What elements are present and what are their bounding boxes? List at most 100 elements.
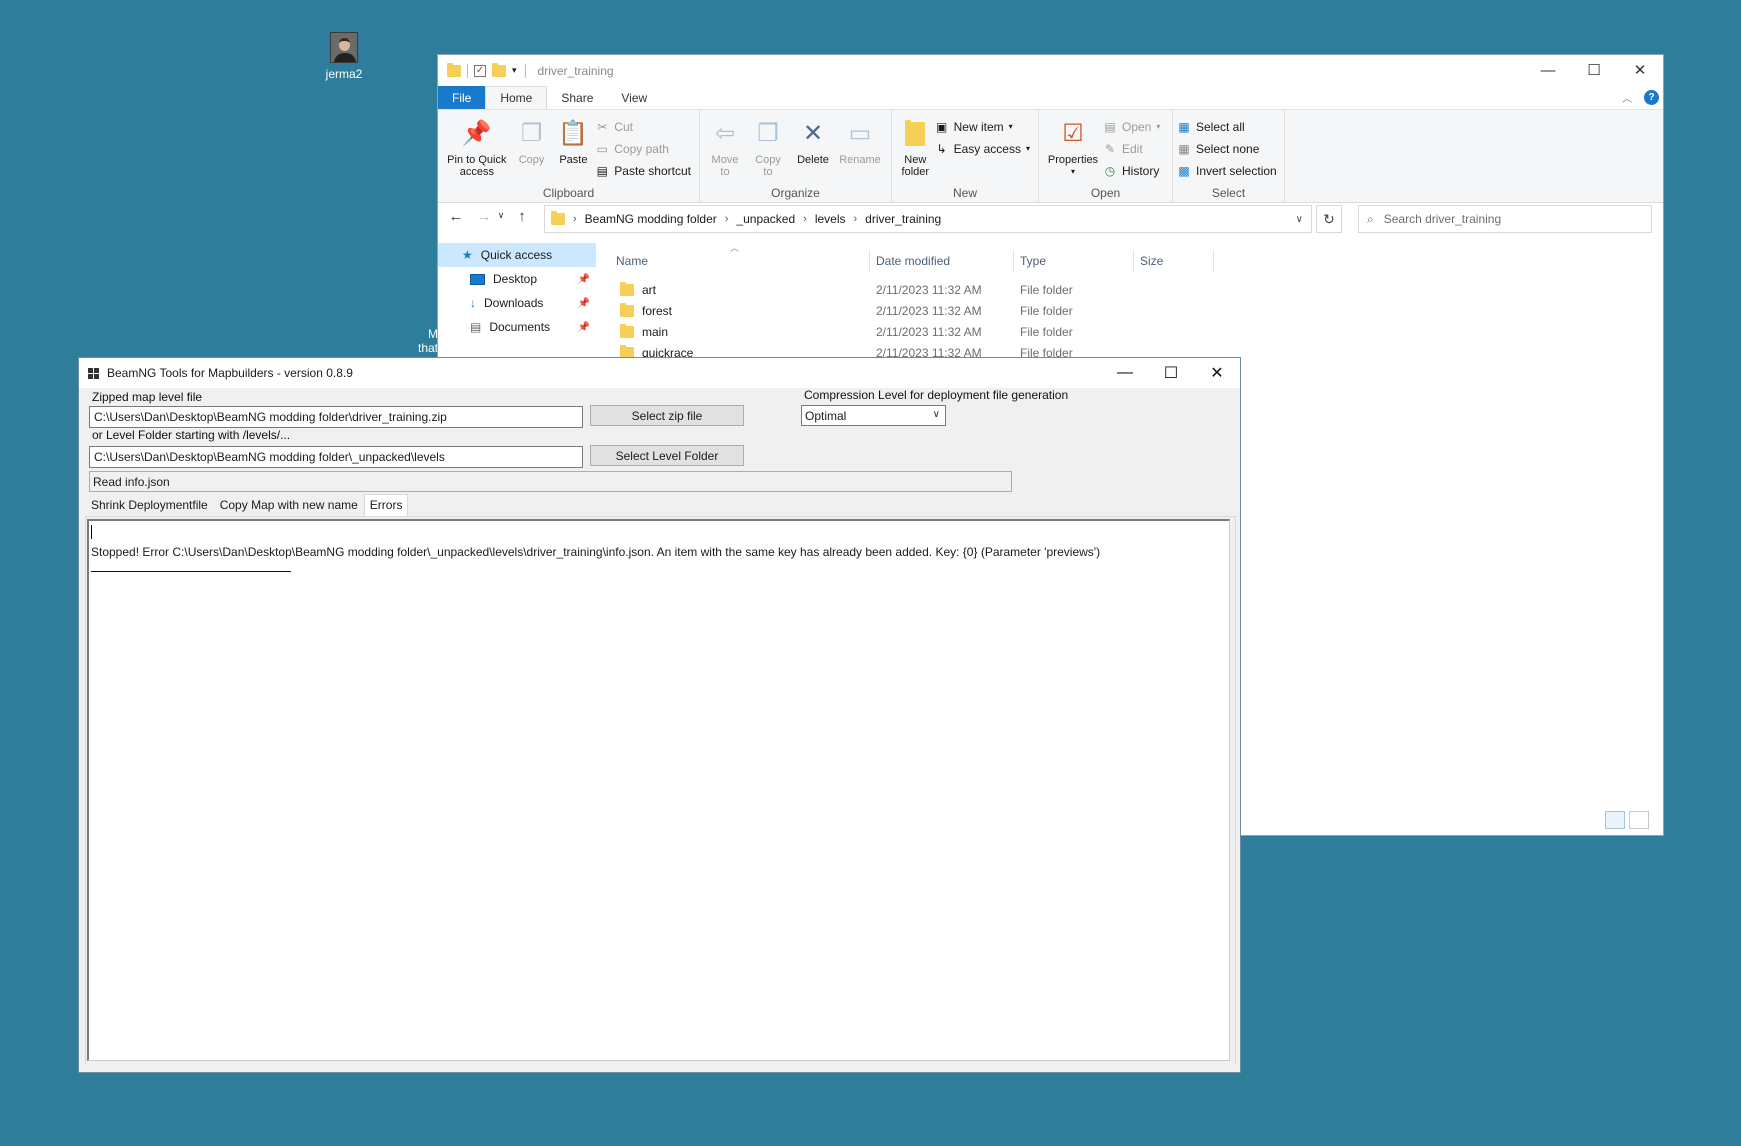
beamng-tools-window[interactable]: BeamNG Tools for Mapbuilders - version 0… [78, 357, 1241, 1073]
zip-path-field[interactable]: C:\Users\Dan\Desktop\BeamNG modding fold… [89, 406, 583, 428]
error-message: Stopped! Error C:\Users\Dan\Desktop\Beam… [91, 545, 1101, 559]
select-none-button[interactable]: ▦ Select none [1177, 138, 1281, 159]
file-row[interactable]: main 2/11/2023 11:32 AM File folder [610, 321, 1510, 342]
tab-copy-map[interactable]: Copy Map with new name [214, 494, 364, 516]
scissors-icon: ✂ [597, 119, 608, 134]
errors-tab-pane: Stopped! Error C:\Users\Dan\Desktop\Beam… [85, 516, 1236, 1065]
select-zip-button[interactable]: Select zip file [590, 405, 744, 426]
organize-group: ⇦ Move to ❐ Copy to ✕ Delete ▭ Rename Or… [700, 110, 892, 202]
search-icon: ⌕ [1367, 211, 1374, 226]
breadcrumb-item[interactable]: levels [815, 212, 846, 226]
close-button[interactable]: ✕ [1617, 55, 1663, 85]
back-button[interactable]: ← [442, 208, 470, 225]
rename-icon: ▭ [848, 120, 872, 147]
close-button[interactable]: ✕ [1194, 358, 1240, 388]
tab-shrink-deploymentfile[interactable]: Shrink Deploymentfile [85, 494, 214, 516]
history-button[interactable]: ◷ History [1103, 160, 1164, 181]
address-dropdown-icon[interactable]: ∨ [1296, 214, 1303, 225]
new-folder-quick-icon[interactable] [492, 62, 506, 77]
breadcrumb-item[interactable]: _unpacked [736, 212, 795, 226]
easy-access-icon: ↳ [936, 141, 947, 156]
minimize-button[interactable]: — [1525, 55, 1571, 85]
easy-access-button[interactable]: ↳ Easy access ▾ [935, 138, 1034, 159]
desktop-user-icon[interactable]: jerma2 [318, 32, 370, 81]
column-name[interactable]: Name [610, 250, 870, 272]
move-to-icon: ⇦ [714, 120, 736, 147]
user-avatar-icon [330, 32, 358, 63]
error-log-textarea[interactable]: Stopped! Error C:\Users\Dan\Desktop\Beam… [87, 519, 1230, 1061]
properties-quick-icon[interactable]: ✓ [474, 64, 486, 77]
properties-icon: ☑ [1062, 120, 1084, 147]
collapse-ribbon-icon[interactable]: ︿ [1622, 90, 1632, 105]
app-icon [88, 367, 99, 379]
star-icon: ★ [462, 248, 473, 262]
column-type[interactable]: Type [1014, 250, 1134, 272]
file-list: ︿ Name Date modified Type Size art 2/11/… [610, 243, 1510, 363]
new-group: New folder ▣ New item ▾ ↳ Easy access ▾ New [892, 110, 1039, 202]
level-folder-field[interactable]: C:\Users\Dan\Desktop\BeamNG modding fold… [89, 446, 583, 468]
maximize-button[interactable]: ☐ [1148, 358, 1194, 388]
cut-button[interactable]: ✂ Cut [595, 116, 695, 137]
breadcrumb-item[interactable]: driver_training [865, 212, 941, 226]
tab-view[interactable]: View [607, 86, 661, 109]
separator-line [91, 571, 291, 572]
chevron-down-icon: ∨ [932, 409, 940, 420]
tab-file[interactable]: File [438, 86, 486, 109]
nav-item-documents[interactable]: ▤ Documents 📌 [438, 315, 596, 339]
nav-item-quick-access[interactable]: ★ Quick access [438, 243, 596, 267]
pin-icon: 📌 [577, 297, 590, 309]
tab-errors[interactable]: Errors [363, 494, 409, 516]
pin-icon: 📌 [461, 120, 492, 147]
help-icon[interactable]: ? [1644, 90, 1659, 105]
details-view-icon[interactable] [1605, 811, 1625, 829]
minimize-button[interactable]: — [1102, 358, 1148, 388]
invert-selection-button[interactable]: ▩ Invert selection [1177, 160, 1281, 181]
select-group: ▦ Select all ▦ Select none ▩ Invert selecti… [1173, 110, 1285, 202]
new-item-button[interactable]: ▣ New item ▾ [935, 116, 1034, 137]
large-icons-view-icon[interactable] [1629, 811, 1649, 829]
file-row[interactable]: art 2/11/2023 11:32 AM File folder [610, 279, 1510, 300]
folder-icon [620, 302, 634, 317]
breadcrumb-item[interactable]: BeamNG modding folder [585, 212, 717, 226]
select-level-folder-button[interactable]: Select Level Folder [590, 445, 744, 466]
ribbon-tabs: File Home Share View ︿ ? [438, 86, 1663, 110]
edit-icon: ✎ [1104, 141, 1116, 156]
status-strip [79, 1064, 1240, 1072]
open-button[interactable]: ▤ Open ▾ [1103, 116, 1164, 137]
desktop-icon [470, 273, 485, 285]
group-label: Select [1211, 186, 1246, 200]
folder-icon [447, 62, 461, 77]
refresh-button[interactable]: ↻ [1316, 205, 1342, 233]
document-icon: ▤ [470, 320, 482, 334]
tab-strip: Shrink Deploymentfile Copy Map with new … [85, 494, 409, 516]
file-row[interactable]: forest 2/11/2023 11:32 AM File folder [610, 300, 1510, 321]
tab-home[interactable]: Home [485, 86, 548, 109]
sort-up-icon: ︿ [730, 243, 740, 253]
customize-toolbar-icon[interactable]: ▾ [512, 65, 517, 76]
compression-select[interactable]: Optimal ∨ [801, 405, 946, 426]
explorer-titlebar: ✓ ▾ driver_training — ☐ ✕ [438, 55, 1663, 86]
maximize-button[interactable]: ☐ [1571, 55, 1617, 85]
paste-shortcut-button[interactable]: ▤ Paste shortcut [595, 160, 695, 181]
up-button[interactable]: ↑ [508, 208, 536, 225]
view-toggles [1605, 811, 1649, 829]
zip-file-label: Zipped map level file [92, 390, 203, 404]
select-all-button[interactable]: ▦ Select all [1177, 116, 1281, 137]
history-icon: ◷ [1104, 163, 1116, 178]
desktop-text-fragment: that [418, 341, 439, 355]
column-date-modified[interactable]: Date modified [870, 250, 1014, 272]
new-folder-icon [900, 117, 930, 151]
nav-item-downloads[interactable]: ↓ Downloads 📌 [438, 291, 596, 315]
folder-icon [551, 211, 565, 225]
tab-share[interactable]: Share [547, 86, 607, 109]
clipboard-group: 📌 Pin to Quick access ❐ Copy 📋 Paste ✂ Cu… [438, 110, 700, 202]
copy-path-button[interactable]: ▭ Copy path [595, 138, 695, 159]
address-bar[interactable]: › BeamNG modding folder › _unpacked › le… [544, 205, 1312, 233]
column-size[interactable]: Size [1134, 250, 1214, 272]
search-input[interactable]: ⌕ Search driver_training [1358, 205, 1652, 233]
group-label: Open [1090, 186, 1121, 200]
nav-item-desktop[interactable]: Desktop 📌 [438, 267, 596, 291]
level-folder-label: or Level Folder starting with /levels/..… [92, 428, 291, 442]
edit-button[interactable]: ✎ Edit [1103, 138, 1164, 159]
folder-icon [620, 281, 634, 296]
